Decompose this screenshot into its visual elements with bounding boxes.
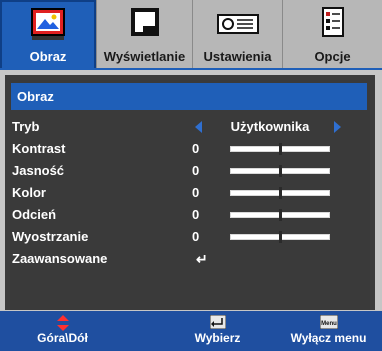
menu-item-value: Użytkownika bbox=[230, 119, 310, 134]
menu-item-jasnosc[interactable]: Jasność 0 bbox=[5, 160, 375, 182]
slider-knob[interactable] bbox=[279, 231, 282, 243]
footer-select: Wybierz bbox=[160, 311, 275, 351]
menu-item-value: 0 bbox=[192, 185, 200, 200]
footer-label: Góra\Dół bbox=[37, 331, 88, 345]
slider-knob[interactable] bbox=[279, 143, 282, 155]
menu-item-wyostrzanie[interactable]: Wyostrzanie 0 bbox=[5, 226, 375, 248]
enter-icon[interactable]: ↵ bbox=[196, 248, 208, 270]
arrow-right-icon[interactable] bbox=[334, 121, 341, 133]
kontrast-slider[interactable] bbox=[230, 143, 330, 155]
tab-label: Opcje bbox=[314, 49, 351, 64]
footer-bar: Góra\Dół Wybierz Menu Wyłącz menu bbox=[0, 311, 382, 351]
menu-item-tryb[interactable]: Tryb Użytkownika bbox=[5, 116, 375, 138]
menu-item-value: 0 bbox=[192, 163, 200, 178]
menu-item-label: Kolor bbox=[12, 185, 46, 200]
menu-item-label: Tryb bbox=[12, 119, 40, 134]
menu-item-label: Zaawansowane bbox=[12, 251, 108, 266]
display-icon bbox=[126, 5, 164, 46]
slider-knob[interactable] bbox=[279, 187, 282, 199]
menu-item-kontrast[interactable]: Kontrast 0 bbox=[5, 138, 375, 160]
tab-label: Obraz bbox=[29, 49, 67, 64]
menu-item-value: 0 bbox=[192, 229, 200, 244]
arrow-left-icon[interactable] bbox=[195, 121, 202, 133]
menu-item-kolor[interactable]: Kolor 0 bbox=[5, 182, 375, 204]
jasnosc-slider[interactable] bbox=[230, 165, 330, 177]
projector-icon bbox=[215, 5, 261, 46]
wyostrzanie-slider[interactable] bbox=[230, 231, 330, 243]
menu-item-label: Jasność bbox=[12, 163, 65, 178]
slider-knob[interactable] bbox=[279, 209, 282, 221]
menu-item-value: 0 bbox=[192, 207, 200, 222]
tab-opcje[interactable]: Opcje bbox=[282, 0, 382, 68]
tab-label: Ustawienia bbox=[203, 49, 272, 64]
projector-osd-menu: Obraz Wyświetlanie Ustawienia Opcje Obra… bbox=[0, 0, 382, 351]
footer-label: Wybierz bbox=[194, 331, 241, 345]
menu-panel: Obraz Tryb Użytkownika Kontrast 0 Jasnoś… bbox=[0, 68, 382, 311]
enter-key-icon bbox=[209, 314, 226, 332]
slider-knob[interactable] bbox=[279, 165, 282, 177]
footer-exit: Menu Wyłącz menu bbox=[275, 311, 382, 351]
odcien-slider[interactable] bbox=[230, 209, 330, 221]
kolor-slider[interactable] bbox=[230, 187, 330, 199]
tab-label: Wyświetlanie bbox=[103, 49, 186, 64]
menu-item-value: 0 bbox=[192, 141, 200, 156]
menu-header: Obraz bbox=[11, 83, 367, 110]
menu-item-label: Odcień bbox=[12, 207, 57, 222]
tab-wyswietlanie[interactable]: Wyświetlanie bbox=[96, 0, 192, 68]
menu-item-label: Kontrast bbox=[12, 141, 66, 156]
menu-body: Obraz Tryb Użytkownika Kontrast 0 Jasnoś… bbox=[5, 75, 375, 310]
menu-item-label: Wyostrzanie bbox=[12, 229, 89, 244]
footer-updown: Góra\Dół bbox=[0, 311, 125, 351]
menu-key-text: Menu bbox=[321, 321, 337, 327]
menu-item-zaawansowane[interactable]: Zaawansowane ↵ bbox=[5, 248, 375, 270]
picture-icon bbox=[29, 7, 67, 48]
tab-ustawienia[interactable]: Ustawienia bbox=[192, 0, 282, 68]
tab-obraz[interactable]: Obraz bbox=[0, 0, 96, 68]
tab-bar: Obraz Wyświetlanie Ustawienia Opcje bbox=[0, 0, 382, 68]
menu-key-icon: Menu bbox=[319, 314, 338, 332]
menu-item-odcien[interactable]: Odcień 0 bbox=[5, 204, 375, 226]
options-icon bbox=[318, 5, 348, 46]
footer-label: Wyłącz menu bbox=[290, 331, 367, 345]
